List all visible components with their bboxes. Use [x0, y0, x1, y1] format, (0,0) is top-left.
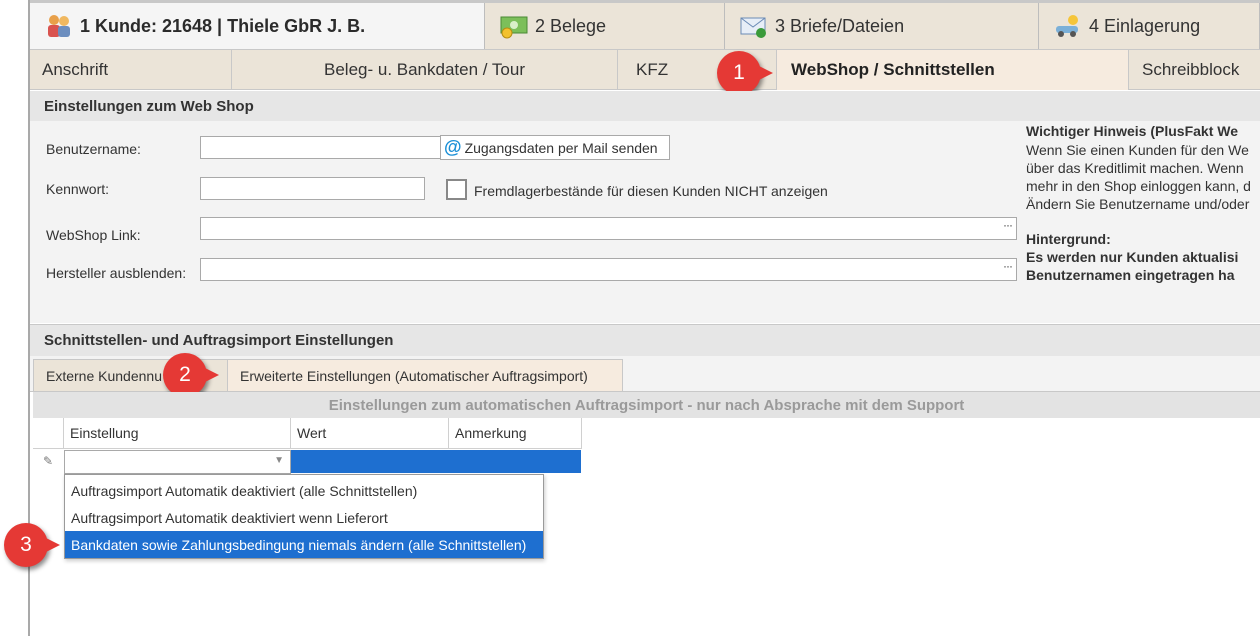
tab-customer[interactable]: 1 Kunde: 21648 | Thiele GbR J. B.: [30, 3, 485, 49]
tab-schreibblock-label: Schreibblock: [1142, 60, 1240, 79]
main-tab-bar: 1 Kunde: 21648 | Thiele GbR J. B. 2 Bele…: [30, 0, 1260, 49]
note-line: Wenn Sie einen Kunden für den We: [1026, 142, 1249, 158]
tab-anschrift-label: Anschrift: [42, 60, 109, 79]
dropdown-option[interactable]: Auftragsimport Automatik deaktiviert wen…: [65, 504, 543, 531]
hide-manufacturer-label: Hersteller ausblenden:: [46, 265, 187, 281]
ellipsis-button[interactable]: ···: [1003, 218, 1013, 232]
money-icon: [500, 16, 528, 39]
dropdown-option-label: Bankdaten sowie Zahlungsbedingung niemal…: [71, 536, 527, 553]
username-label: Benutzername:: [46, 141, 141, 157]
password-input[interactable]: [200, 177, 425, 200]
car-storage-icon: [1056, 15, 1078, 37]
column-header-wert[interactable]: Wert: [291, 418, 449, 449]
username-input[interactable]: [200, 136, 444, 159]
send-credentials-label: Zugangsdaten per Mail senden: [464, 139, 658, 156]
remark-cell[interactable]: [449, 450, 581, 473]
external-stock-checkbox[interactable]: [446, 179, 467, 200]
dropdown-option-label: Auftragsimport Automatik deaktiviert (al…: [71, 482, 418, 499]
callout-badge-3: 3: [4, 523, 60, 567]
column-wert-label: Wert: [297, 425, 327, 441]
tab-einlagerung-label: 4 Einlagerung: [1089, 15, 1201, 36]
dropdown-option[interactable]: Auftragsimport Automatik deaktiviert (al…: [65, 477, 543, 504]
tab-beleg-bankdaten-label: Beleg- u. Bankdaten / Tour: [324, 60, 525, 79]
tab-extended-label: Erweiterte Einstellungen (Automatischer …: [240, 367, 588, 384]
tab-extended-settings[interactable]: Erweiterte Einstellungen (Automatischer …: [227, 359, 623, 392]
setting-dropdown: Auftragsimport Automatik deaktiviert (al…: [64, 474, 544, 559]
note-line: Ändern Sie Benutzername und/oder: [1026, 196, 1250, 212]
tab-briefe-label: 3 Briefe/Dateien: [775, 15, 905, 36]
chevron-down-icon[interactable]: ▼: [274, 455, 284, 466]
dropdown-option-selected[interactable]: Bankdaten sowie Zahlungsbedingung niemal…: [65, 531, 543, 558]
tab-kfz-label: KFZ: [636, 60, 669, 79]
mail-icon: [740, 17, 766, 38]
column-einstellung-label: Einstellung: [70, 425, 139, 441]
note-background-line: Benutzernamen eingetragen ha: [1026, 267, 1235, 283]
grid-caption-text: Einstellungen zum automatischen Auftrags…: [328, 396, 965, 414]
note-background-line: Es werden nur Kunden aktualisi: [1026, 249, 1239, 265]
row-indicator-header: [33, 418, 64, 449]
tab-einlagerung[interactable]: 4 Einlagerung: [1039, 3, 1260, 49]
note-background-title: Hintergrund:: [1026, 231, 1111, 247]
note-title: Wichtiger Hinweis (PlusFakt We: [1026, 123, 1238, 139]
note-line: über das Kreditlimit machen. Wenn: [1026, 160, 1244, 176]
webshop-section-header: Einstellungen zum Web Shop: [30, 91, 1260, 121]
interface-section-header: Schnittstellen- und Auftragsimport Einst…: [30, 324, 1260, 356]
tab-external-label: Externe Kundennu: [46, 367, 162, 384]
pencil-icon: ✎: [43, 454, 54, 468]
note-line: mehr in den Shop einloggen kann, d: [1026, 178, 1251, 194]
send-credentials-button[interactable]: @ Zugangsdaten per Mail senden: [440, 135, 670, 160]
webshop-link-label: WebShop Link:: [46, 227, 141, 243]
webshop-section-title: Einstellungen zum Web Shop: [44, 97, 254, 115]
column-header-einstellung[interactable]: Einstellung: [64, 418, 291, 449]
interface-section-title: Schnittstellen- und Auftragsimport Einst…: [44, 332, 394, 349]
column-anmerkung-label: Anmerkung: [455, 425, 527, 441]
tab-webshop-label: WebShop / Schnittstellen: [791, 60, 995, 79]
value-cell[interactable]: [291, 450, 449, 473]
callout-badge-2: 2: [163, 353, 219, 397]
external-stock-label: Fremdlagerbestände für diesen Kunden NIC…: [474, 183, 828, 199]
tab-webshop[interactable]: WebShop / Schnittstellen: [777, 50, 1129, 90]
at-icon: @: [444, 137, 462, 157]
tab-beleg-bankdaten[interactable]: Beleg- u. Bankdaten / Tour: [232, 50, 618, 90]
customer-icon: [48, 15, 70, 37]
grid-caption: Einstellungen zum automatischen Auftrags…: [33, 392, 1260, 418]
tab-belege-label: 2 Belege: [535, 15, 607, 36]
tab-schreibblock[interactable]: Schreibblock: [1129, 50, 1260, 90]
ellipsis-button[interactable]: ···: [1003, 259, 1013, 273]
sub-tab-bar: Anschrift Beleg- u. Bankdaten / Tour KFZ…: [30, 49, 1260, 90]
webshop-link-input[interactable]: ···: [200, 217, 1017, 240]
tab-belege[interactable]: 2 Belege: [485, 3, 725, 49]
tab-briefe[interactable]: 3 Briefe/Dateien: [725, 3, 1039, 49]
hide-manufacturer-input[interactable]: ···: [200, 258, 1017, 281]
tab-anschrift[interactable]: Anschrift: [30, 50, 232, 90]
tab-customer-label: 1 Kunde: 21648 | Thiele GbR J. B.: [80, 15, 366, 36]
password-label: Kennwort:: [46, 181, 110, 197]
setting-combobox[interactable]: ▼: [64, 450, 291, 474]
callout-badge-1: 1: [717, 51, 773, 95]
column-header-anmerkung[interactable]: Anmerkung: [449, 418, 582, 449]
dropdown-option-label: Auftragsimport Automatik deaktiviert wen…: [71, 509, 388, 526]
